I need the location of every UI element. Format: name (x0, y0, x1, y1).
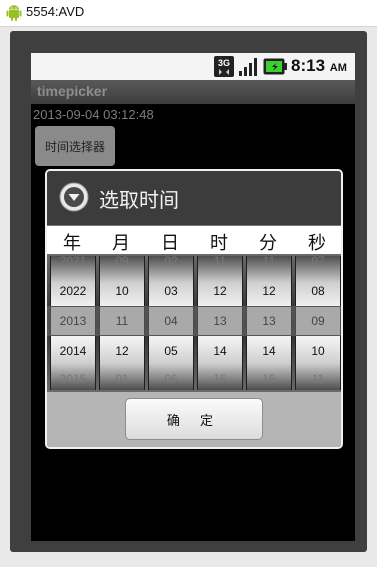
wheel-item[interactable]: 01 (100, 372, 144, 386)
wheel-item[interactable]: 05 (149, 344, 193, 358)
app-titlebar: timepicker (31, 80, 355, 104)
wheel-item[interactable]: 12 (100, 344, 144, 358)
window-titlebar: 5554:AVD (0, 0, 377, 27)
wheel-area: 2021 2022 2013 2014 2015 09 10 11 12 01 … (47, 254, 341, 392)
column-header-hour: 时 (210, 233, 228, 254)
wheel-item[interactable]: 11 (198, 256, 242, 268)
wheel-item[interactable]: 08 (296, 284, 340, 298)
wheel-item[interactable]: 2021 (51, 256, 95, 268)
network-3g-icon: 3G (214, 56, 234, 77)
wheel-item[interactable]: 2014 (51, 344, 95, 358)
selection-highlight (47, 306, 341, 336)
wheel-item[interactable]: 02 (149, 256, 193, 268)
column-headers: 年 月 日 时 分 秒 (47, 226, 341, 254)
wheel-item[interactable]: 12 (247, 284, 291, 298)
svg-text:3G: 3G (218, 58, 230, 68)
ok-button[interactable]: 确 定 (125, 398, 263, 440)
wheel-item[interactable]: 2022 (51, 284, 95, 298)
wheel-item[interactable]: 11 (247, 256, 291, 268)
column-header-year: 年 (63, 233, 81, 254)
wheel-item[interactable]: 15 (198, 372, 242, 386)
wheel-item[interactable]: 15 (247, 372, 291, 386)
dialog-title: 选取时间 (99, 188, 179, 212)
signal-icon (239, 58, 257, 76)
wheel-item[interactable]: 06 (149, 372, 193, 386)
time-picker-dialog: 选取时间 年 月 日 时 分 秒 2021 2022 2013 2014 201… (45, 169, 343, 449)
wheel-item[interactable]: 07 (296, 256, 340, 268)
wheel-item[interactable]: 09 (100, 256, 144, 268)
battery-icon (263, 58, 287, 75)
window-title: 5554:AVD (26, 4, 85, 19)
wheel-item[interactable]: 10 (296, 344, 340, 358)
column-header-day: 日 (161, 233, 179, 254)
app-title: timepicker (37, 83, 108, 99)
column-header-month: 月 (112, 233, 130, 254)
status-clock: 8:13 AM (291, 56, 347, 75)
dialog-footer: 确 定 (47, 392, 341, 447)
column-header-minute: 分 (259, 233, 277, 254)
current-datetime-label: 2013-09-04 03:12:48 (33, 107, 154, 122)
wheel-item[interactable]: 14 (247, 344, 291, 358)
dialog-chevron-icon (59, 182, 89, 212)
wheel-item[interactable]: 2015 (51, 372, 95, 386)
dialog-header: 选取时间 (47, 171, 341, 226)
column-header-second: 秒 (308, 233, 326, 254)
device-screen: 3G 8:13 AM timepicker 2013-09-04 03:12:4… (31, 53, 355, 541)
status-bar: 3G 8:13 AM (31, 53, 355, 80)
wheel-item[interactable]: 14 (198, 344, 242, 358)
android-icon (6, 5, 22, 21)
wheel-item[interactable]: 11 (296, 372, 340, 386)
wheel-item[interactable]: 12 (198, 284, 242, 298)
time-picker-button[interactable]: 时间选择器 (35, 126, 115, 166)
wheel-item[interactable]: 10 (100, 284, 144, 298)
wheel-item[interactable]: 03 (149, 284, 193, 298)
